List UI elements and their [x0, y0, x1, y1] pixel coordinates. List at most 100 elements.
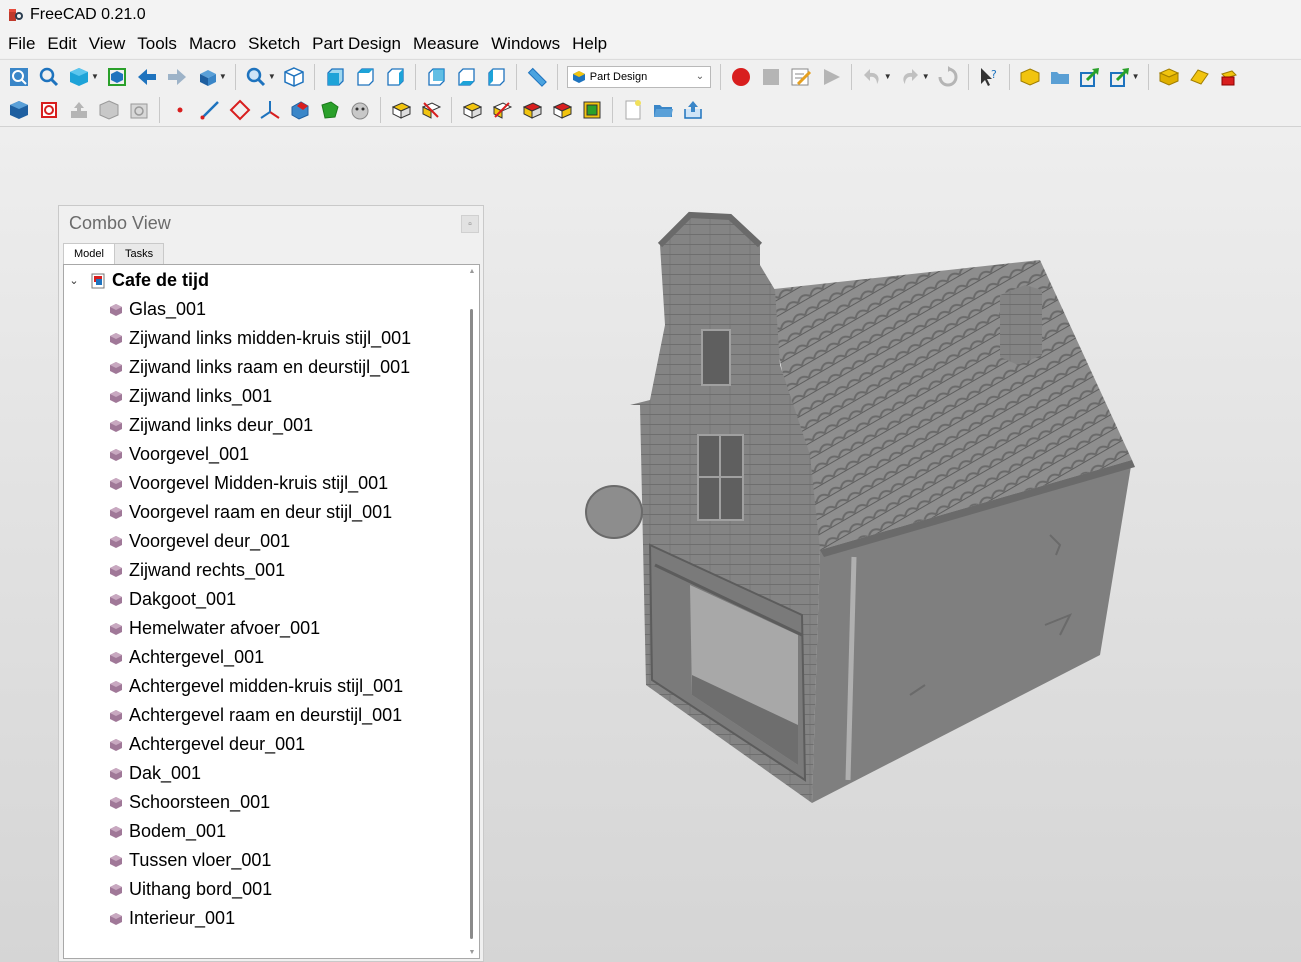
tree-item[interactable]: Tussen vloer_001 [64, 846, 479, 875]
fit-all-icon[interactable] [6, 64, 32, 90]
menu-windows[interactable]: Windows [485, 34, 566, 54]
bounding-box-icon[interactable] [104, 64, 130, 90]
datum-line-icon[interactable] [197, 97, 223, 123]
scroll-up-icon[interactable]: ▲ [468, 267, 476, 275]
validate-sketch-icon[interactable] [66, 97, 92, 123]
isometric-view-icon[interactable] [281, 64, 307, 90]
dropdown-arrow-icon[interactable]: ▼ [268, 72, 276, 81]
tree-item[interactable]: Achtergevel midden-kruis stijl_001 [64, 672, 479, 701]
tree-item[interactable]: Achtergevel raam en deurstijl_001 [64, 701, 479, 730]
rear-view-icon[interactable] [423, 64, 449, 90]
menu-tools[interactable]: Tools [131, 34, 183, 54]
check-geometry-icon[interactable] [96, 97, 122, 123]
std-views-icon[interactable] [194, 64, 220, 90]
close-icon[interactable]: ▫ [461, 215, 479, 233]
zoom-icon[interactable] [243, 64, 269, 90]
create-sketch-icon[interactable] [36, 97, 62, 123]
shape-binder-2-icon[interactable] [287, 97, 313, 123]
left-view-icon[interactable] [483, 64, 509, 90]
clone-2-icon[interactable] [347, 97, 373, 123]
macro-stop-icon[interactable] [758, 64, 784, 90]
menu-file[interactable]: File [2, 34, 41, 54]
additive-pipe-icon[interactable] [489, 97, 515, 123]
datum-point-icon[interactable] [167, 97, 193, 123]
tree-item[interactable]: Voorgevel_001 [64, 440, 479, 469]
menu-part-design[interactable]: Part Design [306, 34, 407, 54]
datum-plane-icon[interactable] [227, 97, 253, 123]
whats-this-icon[interactable]: ? [976, 64, 1002, 90]
tree-item[interactable]: Achtergevel deur_001 [64, 730, 479, 759]
right-view-icon[interactable] [382, 64, 408, 90]
tree-item[interactable]: Uithang bord_001 [64, 875, 479, 904]
back-arrow-icon[interactable] [134, 64, 160, 90]
model-tree[interactable]: ⌄ Cafe de tijd Glas_001 Zijwand links mi… [63, 264, 480, 959]
scroll-down-icon[interactable]: ▼ [468, 948, 476, 956]
hole-icon[interactable] [549, 97, 575, 123]
chevron-down-icon[interactable]: ⌄ [68, 274, 80, 287]
menu-measure[interactable]: Measure [407, 34, 485, 54]
scrollbar-thumb[interactable] [470, 309, 473, 939]
clone-icon[interactable] [1216, 64, 1242, 90]
shape-binder-icon[interactable] [1156, 64, 1182, 90]
menu-edit[interactable]: Edit [41, 34, 82, 54]
undo-icon[interactable] [859, 64, 885, 90]
create-link-icon[interactable] [1077, 64, 1103, 90]
dropdown-arrow-icon[interactable]: ▼ [1132, 72, 1140, 81]
revolution-icon[interactable] [418, 97, 444, 123]
additive-loft-icon[interactable] [459, 97, 485, 123]
tree-item[interactable]: Dakgoot_001 [64, 585, 479, 614]
bottom-view-icon[interactable] [453, 64, 479, 90]
link-actions-icon[interactable] [1107, 64, 1133, 90]
groove-icon[interactable] [579, 97, 605, 123]
forward-arrow-icon[interactable] [164, 64, 190, 90]
menu-sketch[interactable]: Sketch [242, 34, 306, 54]
create-group-icon[interactable] [1047, 64, 1073, 90]
tab-model[interactable]: Model [63, 243, 115, 264]
tree-item[interactable]: Achtergevel_001 [64, 643, 479, 672]
redo-icon[interactable] [897, 64, 923, 90]
measure-distance-icon[interactable] [524, 64, 550, 90]
tree-item[interactable]: Glas_001 [64, 295, 479, 324]
pad-icon[interactable] [388, 97, 414, 123]
sub-shape-binder-icon[interactable] [1186, 64, 1212, 90]
tree-item[interactable]: Hemelwater afvoer_001 [64, 614, 479, 643]
macro-edit-icon[interactable] [788, 64, 814, 90]
save-icon[interactable] [680, 97, 706, 123]
refresh-icon[interactable] [935, 64, 961, 90]
menu-help[interactable]: Help [566, 34, 613, 54]
create-part-icon[interactable] [1017, 64, 1043, 90]
dropdown-arrow-icon[interactable]: ▼ [922, 72, 930, 81]
new-document-icon[interactable] [620, 97, 646, 123]
tree-item[interactable]: Schoorsteen_001 [64, 788, 479, 817]
sub-shape-binder-2-icon[interactable] [317, 97, 343, 123]
macro-execute-icon[interactable] [818, 64, 844, 90]
tree-item[interactable]: Zijwand links midden-kruis stijl_001 [64, 324, 479, 353]
workbench-selector[interactable]: Part Design ⌄ [566, 65, 711, 88]
menu-macro[interactable]: Macro [183, 34, 242, 54]
menu-view[interactable]: View [83, 34, 132, 54]
house-3d-model[interactable] [580, 205, 1140, 805]
tree-item[interactable]: Zijwand rechts_001 [64, 556, 479, 585]
tree-item[interactable]: Zijwand links_001 [64, 382, 479, 411]
create-body-icon[interactable] [6, 97, 32, 123]
tree-item[interactable]: Voorgevel raam en deur stijl_001 [64, 498, 479, 527]
shape-from-mesh-icon[interactable] [126, 97, 152, 123]
tab-tasks[interactable]: Tasks [113, 243, 165, 264]
top-view-icon[interactable] [352, 64, 378, 90]
draw-style-icon[interactable] [66, 64, 92, 90]
macro-record-icon[interactable] [728, 64, 754, 90]
tree-item[interactable]: Bodem_001 [64, 817, 479, 846]
tree-item[interactable]: Zijwand links raam en deurstijl_001 [64, 353, 479, 382]
tree-item[interactable]: Voorgevel deur_001 [64, 527, 479, 556]
tree-item[interactable]: Zijwand links deur_001 [64, 411, 479, 440]
pocket-icon[interactable] [519, 97, 545, 123]
dropdown-arrow-icon[interactable]: ▼ [219, 72, 227, 81]
tree-item[interactable]: Dak_001 [64, 759, 479, 788]
tree-item[interactable]: Voorgevel Midden-kruis stijl_001 [64, 469, 479, 498]
tree-scrollbar[interactable]: ▲ ▼ [468, 267, 476, 956]
dropdown-arrow-icon[interactable]: ▼ [884, 72, 892, 81]
local-coordinate-system-icon[interactable] [257, 97, 283, 123]
front-view-icon[interactable] [322, 64, 348, 90]
tree-root-document[interactable]: ⌄ Cafe de tijd [64, 266, 479, 295]
fit-selection-icon[interactable] [36, 64, 62, 90]
